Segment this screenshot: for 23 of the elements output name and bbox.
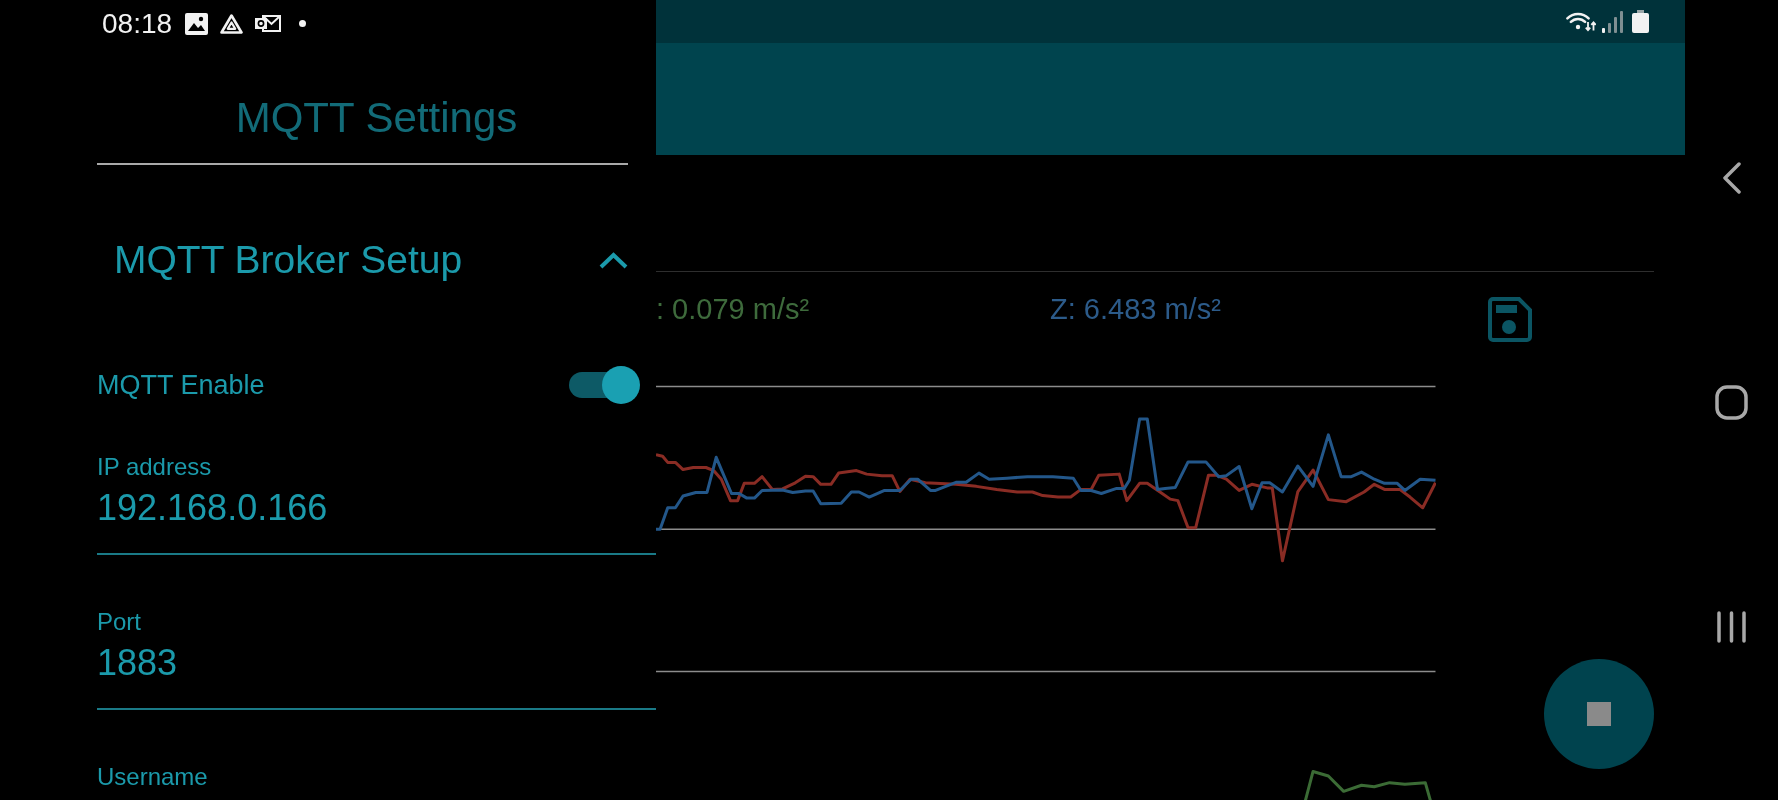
home-icon[interactable] (1715, 385, 1748, 420)
text-input[interactable]: 192.168.0.166 (97, 487, 656, 555)
clock-time: 08:18 (102, 7, 173, 40)
recent-apps-icon[interactable] (1716, 611, 1747, 643)
field-label: IP address (97, 453, 212, 481)
signal-icon (1602, 10, 1623, 33)
dot-icon (299, 20, 307, 27)
battery-icon (1632, 10, 1649, 33)
triangle-icon (220, 13, 244, 34)
text-input[interactable]: 1883 (97, 642, 656, 710)
stop-icon (1587, 702, 1611, 726)
field-label: Port (97, 608, 141, 636)
toggle-switch[interactable] (569, 366, 640, 404)
sensor-reading: Z: 6.483 m/s² (1050, 292, 1221, 326)
sensor-reading: : 0.079 m/s² (656, 292, 810, 326)
envelope-icon (255, 14, 282, 33)
setting-label: MQTT Enable (97, 369, 265, 401)
wifi-icon (1564, 11, 1596, 32)
back-icon[interactable] (1721, 162, 1742, 194)
field-label: Username (97, 763, 208, 791)
image-icon (185, 12, 209, 35)
drawer-title: MQTT Settings (234, 95, 519, 141)
section-header[interactable]: MQTT Broker Setup (97, 235, 628, 285)
